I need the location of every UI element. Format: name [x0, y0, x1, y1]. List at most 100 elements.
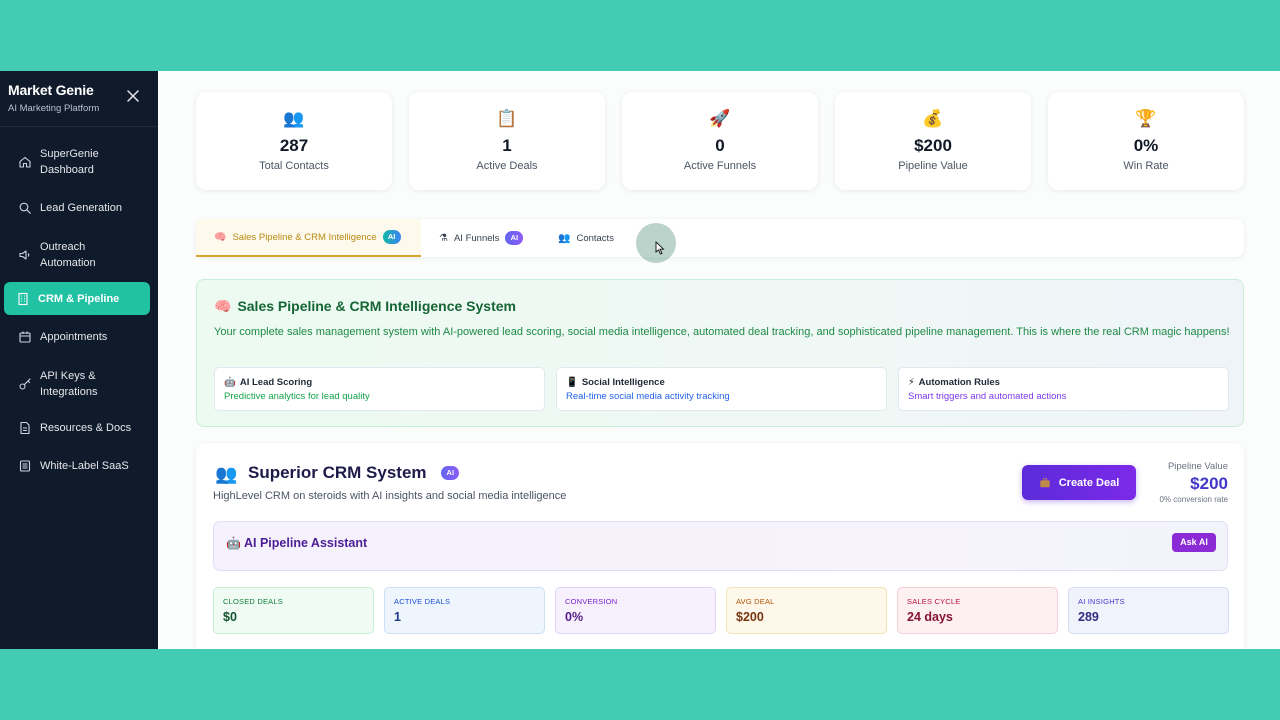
sidebar-item-label: API Keys & Integrations: [40, 370, 98, 398]
feature-title-text: AI Lead Scoring: [239, 377, 313, 388]
conversion-rate: 0% conversion rate: [1159, 495, 1228, 504]
briefcase-icon: [1040, 477, 1050, 487]
ai-badge: AI: [441, 466, 460, 480]
feature-title-text: Social Intelligence: [581, 377, 665, 388]
feature-title: ⚡ Automation Rules: [908, 377, 1000, 388]
sidebar-item-label: SuperGenie Dashboard: [40, 148, 99, 176]
ai-badge: AI: [505, 231, 524, 245]
metric-active-deals: ACTIVE DEALS 1: [384, 587, 545, 634]
create-deal-label: Create Deal: [1058, 476, 1120, 489]
sidebar-item-label: CRM & Pipeline: [38, 292, 120, 305]
metric-label: AVG DEAL: [736, 597, 775, 606]
stat-label: Total Contacts: [259, 160, 329, 172]
ask-ai-button[interactable]: Ask AI: [1172, 533, 1216, 552]
stat-card-active-funnels: 🚀 0 Active Funnels: [622, 92, 818, 190]
people-icon: 👥: [558, 232, 571, 244]
clipboard-icon: 📋: [496, 109, 518, 128]
megaphone-icon: [19, 250, 30, 260]
brain-icon: 🧠: [214, 231, 227, 243]
sidebar-item-label: White-Label SaaS: [40, 460, 129, 472]
sidebar-item-outreach-automation[interactable]: Outreach Automation: [4, 236, 150, 274]
ai-badge: AI: [382, 230, 401, 244]
tab-ai-funnels[interactable]: ⚗ AI Funnels AI: [439, 219, 539, 257]
metric-value: 24 days: [907, 610, 953, 624]
tab-bar: 🧠 Sales Pipeline & CRM Intelligence AI ⚗…: [196, 219, 1244, 257]
feature-desc: Real-time social media activity tracking: [566, 391, 730, 402]
stat-label: Active Funnels: [683, 160, 757, 172]
key-icon: [19, 378, 31, 390]
robot-icon: 🤖: [224, 377, 236, 388]
app-title: Market Genie: [8, 82, 94, 98]
sidebar-item-label: Lead Generation: [40, 202, 122, 214]
sidebar-item-crm-pipeline[interactable]: CRM & Pipeline: [4, 282, 150, 315]
layers-icon: [19, 460, 31, 472]
metric-label: CLOSED DEALS: [223, 597, 283, 606]
feature-title: 🤖 AI Lead Scoring: [224, 377, 312, 388]
stat-value: 0: [715, 136, 725, 155]
sidebar-item-white-label-saas[interactable]: White-Label SaaS: [4, 456, 150, 476]
metric-conversion: CONVERSION 0%: [555, 587, 716, 634]
feature-title-text: Automation Rules: [918, 377, 1000, 388]
crm-title: Superior CRM System AI: [248, 463, 460, 483]
crm-subtitle: HighLevel CRM on steroids with AI insigh…: [213, 490, 567, 502]
tab-label: AI Funnels: [453, 232, 500, 244]
metric-avg-deal: AVG DEAL $200: [726, 587, 887, 634]
app-window: Market Genie AI Marketing Platform Super…: [0, 71, 1280, 649]
assistant-title: AI Pipeline Assistant: [244, 536, 368, 550]
feature-desc: Predictive analytics for lead quality: [224, 391, 370, 402]
money-bag-icon: 💰: [922, 109, 944, 128]
sidebar-item-lead-generation[interactable]: Lead Generation: [4, 198, 150, 218]
create-deal-button[interactable]: Create Deal: [1022, 465, 1136, 500]
metric-value: 1: [394, 610, 401, 624]
stat-label: Pipeline Value: [898, 160, 968, 172]
ai-pipeline-assistant: 🤖 AI Pipeline Assistant Ask AI: [213, 521, 1228, 571]
trophy-icon: 🏆: [1135, 109, 1157, 128]
people-icon: 👥: [215, 464, 238, 484]
intelligence-description: Your complete sales management system wi…: [214, 326, 1230, 338]
sidebar-item-api-keys[interactable]: API Keys & Integrations: [4, 365, 150, 403]
sidebar-item-label: Appointments: [40, 331, 108, 343]
crm-panel: 👥 Superior CRM System AI HighLevel CRM o…: [196, 443, 1244, 649]
tab-sales-pipeline[interactable]: 🧠 Sales Pipeline & CRM Intelligence AI: [196, 219, 421, 257]
stat-card-active-deals: 📋 1 Active Deals: [409, 92, 605, 190]
calendar-icon: [19, 331, 31, 343]
brain-icon: 🧠: [214, 298, 232, 314]
pipeline-value: $200: [1190, 474, 1228, 493]
feature-card-social-intelligence: 📱 Social Intelligence Real-time social me…: [556, 367, 887, 411]
sidebar-item-appointments[interactable]: Appointments: [4, 327, 150, 347]
sidebar: Market Genie AI Marketing Platform Super…: [0, 71, 158, 649]
intelligence-title-text: Sales Pipeline & CRM Intelligence System: [237, 298, 516, 314]
home-icon: [19, 156, 31, 168]
metric-value: $200: [736, 610, 764, 624]
tab-contacts[interactable]: 👥 Contacts: [558, 219, 648, 257]
metric-label: ACTIVE DEALS: [394, 597, 451, 606]
metric-closed-deals: CLOSED DEALS $0: [213, 587, 374, 634]
metric-value: $0: [223, 610, 237, 624]
feature-card-ai-lead-scoring: 🤖 AI Lead Scoring Predictive analytics fo…: [214, 367, 545, 411]
metric-value: 289: [1078, 610, 1099, 624]
building-icon: [18, 292, 28, 305]
document-icon: [20, 421, 30, 435]
stat-label: Active Deals: [476, 160, 538, 172]
metric-label: AI INSIGHTS: [1078, 597, 1125, 606]
metric-label: CONVERSION: [565, 597, 618, 606]
mouse-cursor-icon: [655, 241, 665, 255]
feature-title: 📱 Social Intelligence: [566, 377, 665, 388]
close-icon[interactable]: [126, 89, 140, 103]
feature-desc: Smart triggers and automated actions: [908, 391, 1067, 402]
feature-card-automation-rules: ⚡ Automation Rules Smart triggers and aut…: [898, 367, 1229, 411]
crm-title-text: Superior CRM System: [248, 463, 427, 482]
sidebar-item-resources-docs[interactable]: Resources & Docs: [4, 418, 150, 438]
intelligence-title: 🧠 Sales Pipeline & CRM Intelligence Syste…: [214, 298, 516, 315]
rocket-icon: 🚀: [709, 109, 731, 128]
sidebar-item-label: Outreach Automation: [40, 241, 96, 269]
stat-value: 287: [279, 136, 309, 155]
stat-value: 0%: [1133, 136, 1159, 155]
stat-card-pipeline-value: 💰 $200 Pipeline Value: [835, 92, 1031, 190]
stat-value: $200: [914, 136, 952, 155]
search-icon: [19, 202, 31, 214]
main-content: 👥 287 Total Contacts 📋 1 Active Deals 🚀 …: [158, 71, 1280, 649]
sidebar-item-supergenie-dashboard[interactable]: SuperGenie Dashboard: [4, 143, 150, 181]
sidebar-item-label: Resources & Docs: [40, 422, 132, 434]
intelligence-panel: 🧠 Sales Pipeline & CRM Intelligence Syste…: [196, 279, 1244, 427]
